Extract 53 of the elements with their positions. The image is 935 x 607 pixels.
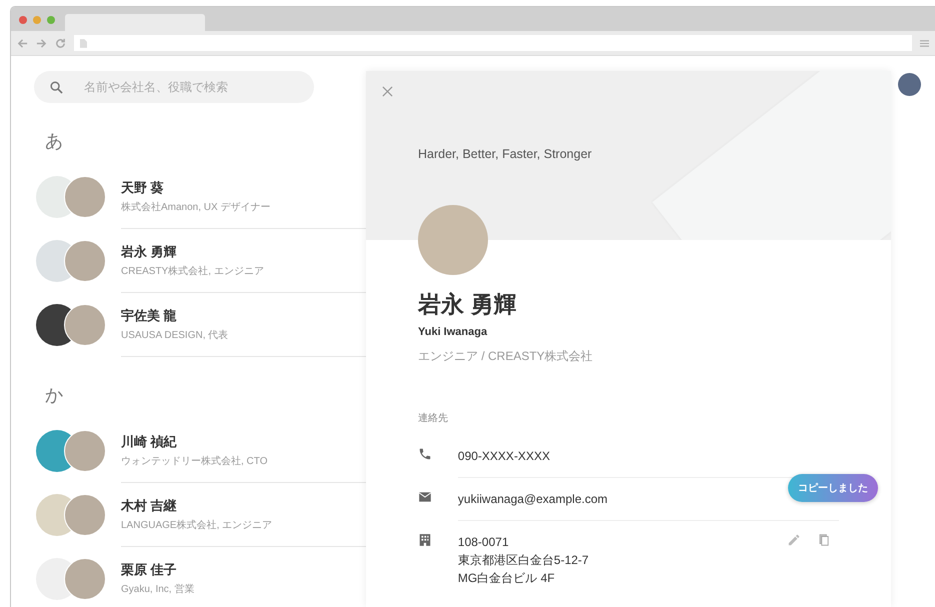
tagline: Harder, Better, Faster, Stronger (418, 147, 592, 161)
section-label: 連絡先 (418, 412, 449, 425)
contact-item[interactable]: 木村 吉継 LANGUAGE株式会社, エンジニア (11, 483, 366, 547)
contact-name: 木村 吉継 (121, 497, 178, 515)
contact-name: 天野 葵 (121, 179, 165, 197)
contact-company: CREASTY株式会社, エンジニア (121, 264, 265, 278)
photo-placeholder (64, 240, 106, 282)
index-heading: あ (45, 130, 64, 151)
contact-name: 栗原 佳子 (121, 561, 178, 579)
contact-value: yukiiwanaga@example.com (458, 491, 608, 508)
contact-company: ウォンテッドリー株式会社, CTO (121, 454, 268, 468)
photo-placeholder (64, 494, 106, 536)
contact-company: 株式会社Amanon, UX デザイナー (121, 200, 272, 214)
contact-item[interactable]: 岩永 勇輝 CREASTY株式会社, エンジニア (11, 229, 366, 293)
menu-icon[interactable] (920, 38, 929, 48)
photo-placeholder (64, 304, 106, 346)
maximize-window-icon[interactable] (47, 16, 55, 24)
photo-placeholder (64, 558, 106, 600)
page-icon (80, 38, 87, 48)
minimize-window-icon[interactable] (33, 16, 41, 24)
reload-icon[interactable] (55, 38, 66, 48)
search-field[interactable]: 名前や会社名、役職で検索 (34, 71, 314, 103)
address-bar[interactable] (74, 35, 912, 51)
contact-name: 川崎 禎紀 (121, 433, 178, 451)
forward-arrow-icon[interactable] (36, 38, 47, 48)
photo-placeholder (64, 430, 106, 472)
person-name-romaji: Yuki Iwanaga (418, 326, 488, 338)
contact-company: USAUSA DESIGN, 代表 (121, 328, 230, 342)
contact-value: 108-0071 東京都港区白金台5-12-7 MG白金台ビル 4F (458, 534, 589, 587)
contact-item[interactable]: 川崎 禎紀 ウォンテッドリー株式会社, CTO (11, 419, 366, 483)
contact-company: Gyaku, Inc, 営業 (121, 582, 196, 596)
contact-item[interactable]: 宇佐美 龍 USAUSA DESIGN, 代表 (11, 293, 366, 357)
user-avatar[interactable] (898, 73, 921, 96)
index-heading: か (45, 384, 64, 405)
person-name: 岩永 勇輝 (418, 290, 518, 319)
contact-item[interactable]: 栗原 佳子 Gyaku, Inc, 営業 (11, 547, 366, 607)
contact-company: LANGUAGE株式会社, エンジニア (121, 518, 274, 532)
close-window-icon[interactable] (19, 16, 27, 24)
mail-icon (418, 490, 432, 504)
back-arrow-icon[interactable] (17, 38, 28, 48)
contact-name: 宇佐美 龍 (121, 307, 178, 325)
contact-value: 090-XXXX-XXXX (458, 448, 550, 465)
person-role: エンジニア / CREASTY株式会社 (418, 348, 594, 365)
edit-pencil-icon[interactable] (787, 533, 801, 547)
contact-name: 岩永 勇輝 (121, 243, 178, 261)
copied-toast: コピーしました (788, 474, 878, 502)
copy-icon[interactable] (817, 533, 831, 547)
close-icon[interactable] (382, 86, 393, 97)
browser-tab[interactable] (65, 14, 205, 31)
building-icon (418, 533, 432, 547)
photo-placeholder (64, 176, 106, 218)
phone-icon (418, 447, 432, 461)
contact-item[interactable]: 天野 葵 株式会社Amanon, UX デザイナー (11, 165, 366, 229)
